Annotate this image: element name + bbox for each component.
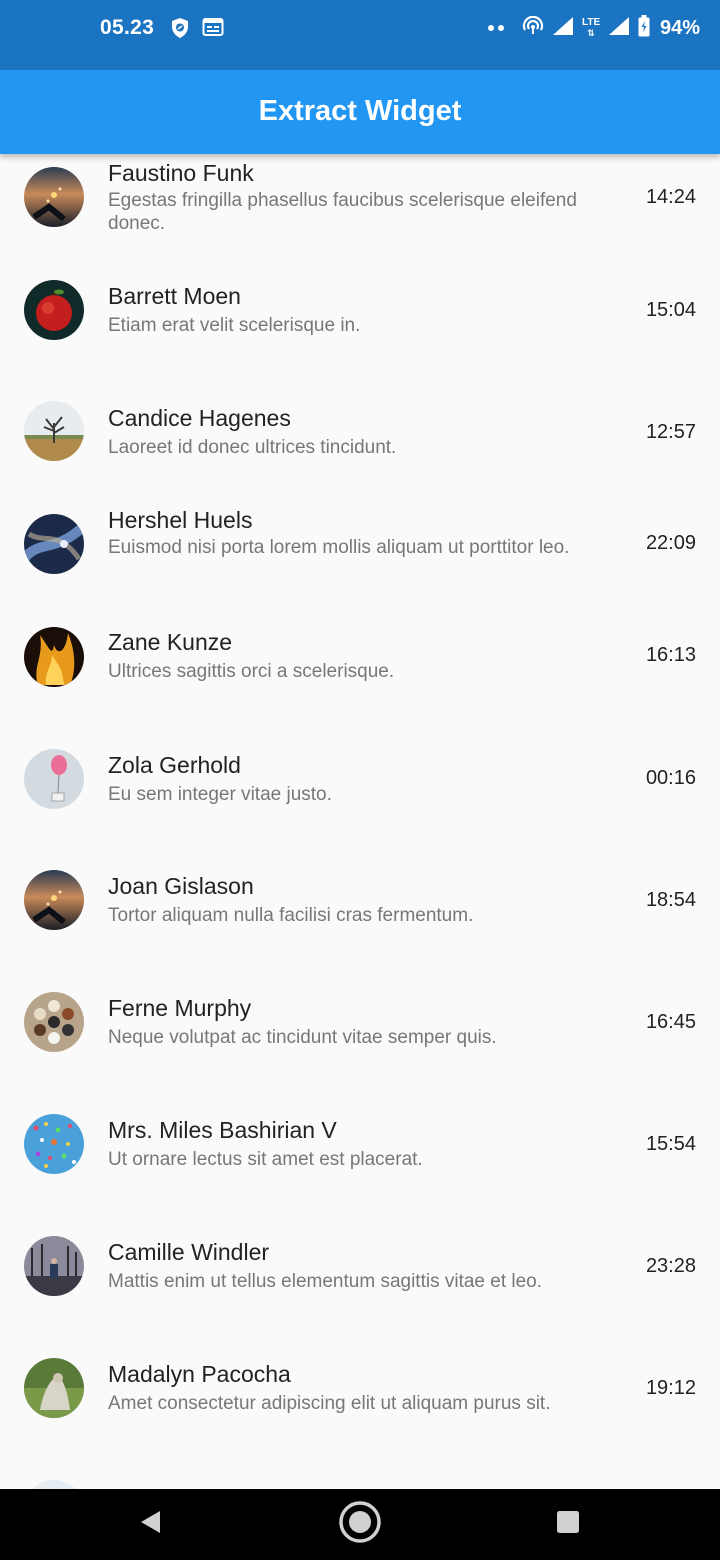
- contact-name: Joan Gislason: [108, 873, 254, 899]
- dots-icon: [486, 20, 506, 38]
- contact-name: Ferne Murphy: [108, 995, 252, 1021]
- avatar: [24, 1480, 84, 1489]
- message-time: 19:12: [645, 1377, 696, 1399]
- contact-message: Neque volutpat ac tincidunt vitae semper…: [108, 1027, 497, 1048]
- contact-message: Etiam erat velit scelerisque in.: [108, 315, 361, 336]
- message-time: 16:45: [645, 1011, 696, 1033]
- contact-message: Euismod nisi porta lorem mollis aliquam …: [108, 537, 570, 558]
- contact-name: Candice Hagenes: [108, 405, 291, 431]
- avatar: [24, 1358, 84, 1418]
- signal-icon: [552, 16, 574, 41]
- list-item[interactable]: Candice Hagenes Laoreet id donec ultrice…: [0, 388, 720, 478]
- contact-message: Mattis enim ut tellus elementum sagittis…: [108, 1271, 543, 1292]
- contact-message: Ultrices sagittis orci a scelerisque.: [108, 661, 395, 682]
- contact-message: Ut ornare lectus sit amet est placerat.: [108, 1149, 423, 1170]
- contact-message: Egestas fringilla phasellus faucibus sce…: [108, 190, 577, 234]
- list-item[interactable]: Faustino Funk Egestas fringilla phasellu…: [0, 154, 720, 244]
- home-icon: [338, 1500, 382, 1549]
- status-time: 05.23: [100, 16, 155, 39]
- lte-icon: LTE ⇅: [581, 17, 601, 39]
- page-title: Extract Widget: [258, 94, 462, 127]
- avatar: [24, 870, 84, 930]
- back-button[interactable]: [110, 1489, 190, 1560]
- avatar: [24, 992, 84, 1052]
- list-item[interactable]: Hershel Huels Euismod nisi porta lorem m…: [0, 504, 720, 594]
- contact-name: Mrs. Miles Bashirian V: [108, 1117, 337, 1143]
- avatar: [24, 1236, 84, 1296]
- contact-name: Zane Kunze: [108, 629, 233, 655]
- contact-list[interactable]: Faustino Funk Egestas fringilla phasellu…: [0, 154, 720, 1489]
- list-item[interactable]: Madalyn Pacocha Amet consectetur adipisc…: [0, 1358, 720, 1448]
- battery-icon: [638, 15, 650, 42]
- home-button[interactable]: [320, 1489, 400, 1560]
- contact-name: Madalyn Pacocha: [108, 1361, 291, 1387]
- list-item[interactable]: Zane Kunze Ultrices sagittis orci a scel…: [0, 624, 720, 714]
- hotspot-icon: [522, 15, 544, 41]
- list-item[interactable]: Barrett Moen Etiam erat velit scelerisqu…: [0, 266, 720, 356]
- list-item[interactable]: [0, 1480, 720, 1489]
- shield-icon: [170, 17, 190, 44]
- back-icon: [138, 1509, 162, 1540]
- message-time: 14:24: [645, 186, 696, 208]
- avatar: [24, 749, 84, 809]
- recents-button[interactable]: [528, 1489, 608, 1560]
- status-bar: 05.23 LTE ⇅ 94%: [0, 0, 720, 70]
- message-time: 16:13: [645, 644, 696, 666]
- avatar: [24, 401, 84, 461]
- calendar-card-icon: [202, 17, 224, 44]
- contact-message: Tortor aliquam nulla facilisi cras ferme…: [108, 905, 474, 926]
- battery-percent: 94%: [659, 17, 700, 39]
- contact-message: Eu sem integer vitae justo.: [108, 784, 332, 805]
- list-item[interactable]: Joan Gislason Tortor aliquam nulla facil…: [0, 870, 720, 960]
- avatar: [24, 514, 84, 574]
- app-bar: Extract Widget: [0, 70, 720, 154]
- contact-name: Camille Windler: [108, 1239, 270, 1265]
- contact-name: Barrett Moen: [108, 283, 241, 309]
- recents-icon: [556, 1510, 580, 1539]
- contact-name: Hershel Huels: [108, 507, 253, 533]
- signal-icon: [608, 16, 630, 41]
- message-time: 15:04: [645, 299, 696, 321]
- avatar: [24, 1114, 84, 1174]
- list-item[interactable]: Zola Gerhold Eu sem integer vitae justo.…: [0, 748, 720, 838]
- contact-message: Amet consectetur adipiscing elit ut aliq…: [108, 1393, 551, 1414]
- list-item[interactable]: Mrs. Miles Bashirian V Ut ornare lectus …: [0, 1114, 720, 1204]
- contact-message: Laoreet id donec ultrices tincidunt.: [108, 437, 397, 458]
- avatar: [24, 627, 84, 687]
- list-item[interactable]: Ferne Murphy Neque volutpat ac tincidunt…: [0, 992, 720, 1082]
- avatar: [24, 167, 84, 227]
- message-time: 00:16: [645, 767, 696, 789]
- contact-name: Faustino Funk: [108, 160, 254, 186]
- message-time: 23:28: [645, 1255, 696, 1277]
- contact-name: Zola Gerhold: [108, 752, 241, 778]
- message-time: 22:09: [645, 532, 696, 554]
- navigation-bar: [0, 1489, 720, 1560]
- message-time: 15:54: [645, 1133, 696, 1155]
- message-time: 12:57: [645, 421, 696, 443]
- avatar: [24, 280, 84, 340]
- list-item[interactable]: Camille Windler Mattis enim ut tellus el…: [0, 1236, 720, 1326]
- message-time: 18:54: [645, 889, 696, 911]
